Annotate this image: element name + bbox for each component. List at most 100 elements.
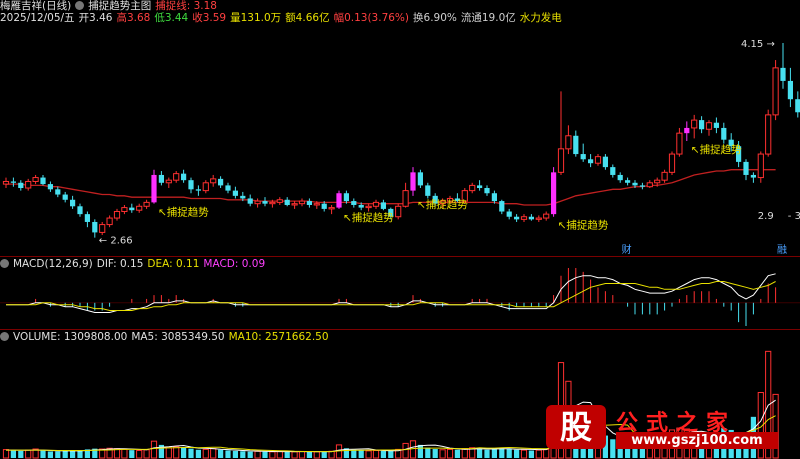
candle-body: [506, 211, 512, 217]
candle-body: [55, 189, 61, 195]
candle-body: [484, 188, 490, 194]
volume-bar: [409, 440, 417, 459]
candle-body: [721, 127, 727, 140]
candle-body: [610, 167, 616, 175]
signal-label: ↖捕捉趋势: [158, 206, 209, 219]
sector-value[interactable]: 水力发电: [520, 12, 562, 24]
volume-bar: [461, 448, 468, 459]
volume-bar: [240, 451, 246, 458]
volume-indicator-icon[interactable]: [0, 332, 9, 341]
volume-bar: [446, 448, 454, 459]
candle-body: [99, 224, 106, 233]
volume-bar: [417, 444, 423, 458]
volume-bar: [484, 449, 490, 458]
candle-body: [106, 217, 113, 226]
volume-bar: [491, 449, 497, 458]
candle-body: [425, 185, 431, 196]
indicator-icon[interactable]: [75, 1, 85, 10]
candle-body: [691, 119, 698, 129]
indicator-name[interactable]: 捕捉趋势主图: [88, 0, 151, 12]
candle-body: [520, 216, 528, 220]
macd-name[interactable]: MACD(12,26,9): [13, 258, 93, 270]
open-value: 开3.46: [78, 12, 113, 24]
candle-body: [543, 213, 550, 219]
candle-body: [291, 203, 298, 206]
stock-title[interactable]: 梅雁吉祥(日线): [0, 0, 71, 12]
event-mark-1: 财: [622, 243, 632, 256]
volume-bar: [528, 450, 534, 458]
candle-body: [202, 182, 209, 192]
high-value: 高3.68: [116, 12, 151, 24]
candle-body: [136, 205, 143, 211]
volume-bar: [351, 449, 357, 458]
candle-body: [358, 204, 364, 208]
candle-body: [247, 198, 253, 204]
volume-bar: [321, 451, 327, 458]
candle-body: [129, 207, 135, 211]
candle-body: [772, 67, 779, 116]
candle-body: [232, 190, 238, 196]
candle-body: [313, 203, 320, 206]
candle-body: [70, 199, 76, 207]
candle-body: [218, 178, 224, 186]
volume-bar: [535, 449, 542, 459]
macd-dif: DIF: 0.15: [96, 258, 144, 270]
candle-body: [557, 148, 565, 173]
macd-value: MACD: 0.09: [203, 258, 266, 270]
macd-dea: DEA: 0.11: [147, 258, 200, 270]
volume-ma10: MA10: 2571662.50: [228, 331, 329, 343]
signal-label: ↖捕捉趋势: [558, 219, 609, 232]
volume-bar: [358, 450, 364, 458]
volume-reading: VOLUME: 1309808.00: [13, 331, 128, 343]
candle-body: [92, 221, 98, 233]
candle-body: [25, 180, 32, 189]
candle-body: [477, 185, 483, 189]
right-low-label: - 3.08: [788, 211, 800, 222]
low-price-label: ← 2.66: [99, 236, 133, 247]
volume-bar: [372, 450, 380, 459]
separator-main-macd: [0, 256, 800, 257]
candle-body: [121, 207, 128, 213]
date-label: 2025/12/05/五: [0, 12, 75, 24]
volume-bar: [47, 451, 53, 458]
candle-body: [336, 193, 342, 208]
candle-body: [410, 172, 416, 191]
signal-label: ↖捕捉趋势: [417, 198, 468, 211]
volume-bar: [477, 449, 483, 458]
macd-pane: [0, 268, 800, 326]
candle-body: [188, 180, 194, 190]
volume-bar: [520, 449, 528, 459]
capture-line-path: [6, 169, 776, 206]
candle-body: [47, 184, 53, 190]
volume-bar: [10, 450, 16, 458]
candle-body: [646, 182, 653, 188]
candle-body: [365, 205, 372, 209]
candle-body: [372, 201, 380, 207]
candle-body: [514, 216, 520, 220]
candle-body: [343, 193, 349, 202]
volume-bar: [499, 448, 505, 458]
candle-body: [32, 177, 39, 182]
volume-bar: [432, 449, 438, 458]
macd-indicator-icon[interactable]: [0, 259, 9, 268]
candle-body: [351, 201, 357, 205]
volume-bar: [70, 450, 76, 458]
candle-body: [795, 99, 800, 113]
candle-body: [240, 195, 246, 199]
volume-bar: [210, 448, 217, 459]
capture-line: [6, 169, 776, 206]
watermark: 股 公式之家 www.gszj100.com: [546, 405, 778, 449]
volume-bar: [25, 449, 32, 459]
volume-bar: [291, 451, 298, 459]
candle-body: [18, 182, 24, 189]
candle-body: [668, 153, 676, 173]
candles: [2, 43, 800, 238]
signal-label: ↖捕捉趋势: [691, 143, 742, 156]
candle-body: [225, 185, 231, 191]
candle-body: [143, 201, 150, 207]
candle-body: [328, 207, 335, 210]
macd-dif-line: [6, 273, 776, 313]
candle-body: [565, 135, 572, 150]
volume-ma5: MA5: 3085349.50: [131, 331, 225, 343]
candle-body: [750, 174, 756, 178]
